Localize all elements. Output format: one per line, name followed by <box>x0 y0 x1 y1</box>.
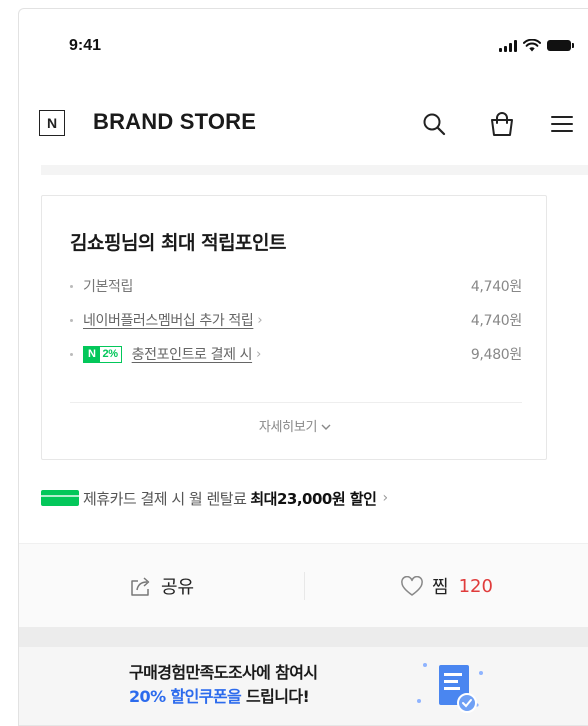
bullet <box>70 284 73 288</box>
card-discount-promo[interactable]: 제휴카드 결제 시 월 렌탈료 최대23,000원 할인 › <box>41 483 588 513</box>
npay-badge: N 2% <box>83 345 122 363</box>
survey-banner[interactable]: 구매경험만족도조사에 참여시 20% 할인쿠폰을 드립니다! <box>19 647 588 726</box>
points-row-label: 기본적립 <box>83 279 133 295</box>
hamburger-menu-icon <box>551 116 573 132</box>
brand-logo[interactable]: N <box>39 110 65 136</box>
section-divider <box>41 165 588 175</box>
share-label: 공유 <box>160 577 195 598</box>
credit-card-icon <box>41 490 79 506</box>
wishlist-button[interactable]: 찜 120 <box>304 544 588 628</box>
membership-link[interactable]: 네이버플러스멤버십 추가 적립 › <box>83 310 471 330</box>
points-row-value: 4,740원 <box>470 313 522 329</box>
points-row-charge[interactable]: N 2% 충전포인트로 결제 시 › 9,480원 <box>70 342 522 366</box>
see-more-button[interactable]: 자세히보기 <box>42 416 548 435</box>
points-card-title: 김쇼핑님의 최대 적립포인트 <box>70 232 287 254</box>
points-row-membership[interactable]: 네이버플러스멤버십 추가 적립 › 4,740원 <box>70 308 522 332</box>
survey-line-2: 20% 할인쿠폰을 드립니다! <box>129 687 310 706</box>
wishlist-count: 120 <box>458 575 493 597</box>
signal-icon <box>499 39 517 52</box>
search-icon <box>423 113 446 136</box>
wifi-icon <box>523 39 541 52</box>
card-divider <box>70 402 522 403</box>
cart-button[interactable] <box>487 109 517 139</box>
survey-text: 구매경험만족도조사에 참여시 20% 할인쿠폰을 드립니다! <box>129 661 318 709</box>
card-promo-text: 제휴카드 결제 시 월 렌탈료 <box>83 489 247 508</box>
charge-points-link[interactable]: N 2% 충전포인트로 결제 시 › <box>83 344 471 364</box>
points-row-value: 4,740원 <box>470 279 522 295</box>
battery-icon <box>547 40 574 51</box>
share-button[interactable]: 공유 <box>19 544 304 628</box>
wishlist-label: 찜 <box>432 577 449 598</box>
chevron-right-icon: › <box>382 490 388 506</box>
search-button[interactable] <box>419 109 449 139</box>
points-row-value: 9,480원 <box>470 347 522 363</box>
chevron-down-icon <box>321 424 331 430</box>
app-header: N BRAND STORE <box>19 97 588 149</box>
share-icon <box>131 577 150 596</box>
points-row-basic: 기본적립 4,740원 <box>70 274 522 298</box>
section-gap <box>19 627 588 647</box>
phone-frame: 9:41 N BRAND STORE 김쇼핑님의 최대 적립포인트 기본적립 4… <box>18 8 588 726</box>
action-bar: 공유 찜 120 <box>19 543 588 627</box>
bullet <box>70 318 73 322</box>
chevron-right-icon: › <box>256 346 261 362</box>
survey-document-icon <box>417 663 483 713</box>
survey-line-1: 구매경험만족도조사에 참여시 <box>129 663 318 682</box>
status-icons <box>499 39 574 52</box>
max-points-card: 김쇼핑님의 최대 적립포인트 기본적립 4,740원 네이버플러스멤버십 추가 … <box>41 195 547 460</box>
heart-icon <box>401 575 423 596</box>
bullet <box>70 352 73 356</box>
chevron-right-icon: › <box>257 312 263 328</box>
shopping-bag-icon <box>491 112 513 136</box>
status-time: 9:41 <box>69 37 102 54</box>
brand-title[interactable]: BRAND STORE <box>93 109 256 135</box>
status-bar: 9:41 <box>19 9 588 79</box>
menu-button[interactable] <box>547 109 577 139</box>
card-promo-highlight: 최대23,000원 할인 <box>250 489 377 508</box>
